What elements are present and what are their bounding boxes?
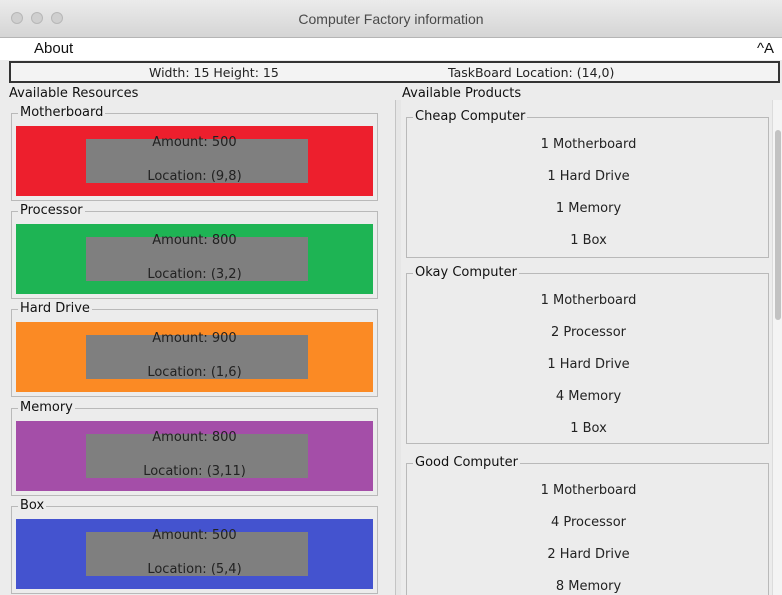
board-info-bar: Width: 15 Height: 15 TaskBoard Location:…: [9, 61, 780, 83]
app-window: Computer Factory information About ^A Wi…: [0, 0, 782, 595]
product-part: 1 Box: [570, 233, 607, 248]
product-part: 1 Motherboard: [540, 483, 637, 498]
product-panel-good-computer: Good Computer 1 Motherboard 4 Processor …: [406, 455, 769, 595]
board-size-label: Width: 15 Height: 15: [149, 65, 279, 80]
available-products-heading: Available Products: [402, 86, 522, 101]
product-panel-okay-computer: Okay Computer 1 Motherboard 2 Processor …: [406, 265, 769, 444]
product-part: 1 Box: [570, 421, 607, 436]
resource-amount: Amount: 500: [152, 528, 237, 543]
scrollbar-thumb[interactable]: [775, 130, 781, 320]
product-part: 4 Memory: [555, 389, 622, 404]
resource-location: Location: (3,2): [147, 267, 242, 282]
product-part: 8 Memory: [555, 579, 622, 594]
resource-location: Location: (9,8): [147, 169, 242, 184]
resource-color-swatch: Amount: 900 Location: (1,6): [16, 322, 373, 392]
resource-title: Processor: [18, 203, 85, 218]
resource-location: Location: (1,6): [147, 365, 242, 380]
product-part: 1 Hard Drive: [547, 357, 630, 372]
resource-amount: Amount: 800: [152, 430, 237, 445]
product-part: 1 Motherboard: [540, 293, 637, 308]
product-title: Cheap Computer: [413, 109, 528, 124]
resource-amount: Amount: 900: [152, 331, 237, 346]
menu-about[interactable]: About: [34, 40, 73, 57]
product-panel-cheap-computer: Cheap Computer 1 Motherboard 1 Hard Driv…: [406, 109, 769, 258]
resource-title: Hard Drive: [18, 301, 92, 316]
available-resources-heading: Available Resources: [9, 86, 139, 101]
resource-panel-motherboard: Motherboard Amount: 500 Location: (9,8): [11, 105, 378, 201]
title-bar: Computer Factory information: [0, 0, 782, 38]
resource-title: Motherboard: [18, 105, 106, 120]
resource-amount: Amount: 800: [152, 233, 237, 248]
resource-title: Box: [18, 498, 47, 513]
resource-color-swatch: Amount: 500 Location: (9,8): [16, 126, 373, 196]
resource-color-swatch: Amount: 800 Location: (3,2): [16, 224, 373, 294]
resource-title: Memory: [18, 400, 75, 415]
product-part: 1 Motherboard: [540, 137, 637, 152]
window-title: Computer Factory information: [298, 11, 484, 27]
resource-panel-processor: Processor Amount: 800 Location: (3,2): [11, 203, 378, 299]
product-part: 1 Memory: [555, 201, 622, 216]
product-part: 2 Hard Drive: [547, 547, 630, 562]
product-part: 4 Processor: [550, 515, 627, 530]
resource-panel-box: Box Amount: 500 Location: (5,4): [11, 498, 378, 594]
resource-panel-hard-drive: Hard Drive Amount: 900 Location: (1,6): [11, 301, 378, 397]
taskboard-location-label: TaskBoard Location: (14,0): [448, 65, 615, 80]
split-pane-divider[interactable]: [395, 100, 401, 595]
product-part: 1 Hard Drive: [547, 169, 630, 184]
products-scrollbar[interactable]: [772, 100, 782, 595]
resource-panel-memory: Memory Amount: 800 Location: (3,11): [11, 400, 378, 496]
resource-amount: Amount: 500: [152, 135, 237, 150]
product-title: Okay Computer: [413, 265, 519, 280]
menu-bar: About ^A: [0, 38, 782, 60]
resource-color-swatch: Amount: 500 Location: (5,4): [16, 519, 373, 589]
product-part: 2 Processor: [550, 325, 627, 340]
product-title: Good Computer: [413, 455, 520, 470]
resource-color-swatch: Amount: 800 Location: (3,11): [16, 421, 373, 491]
resource-location: Location: (5,4): [147, 562, 242, 577]
menu-shortcut-label: ^A: [756, 40, 774, 57]
resource-location: Location: (3,11): [143, 464, 246, 479]
